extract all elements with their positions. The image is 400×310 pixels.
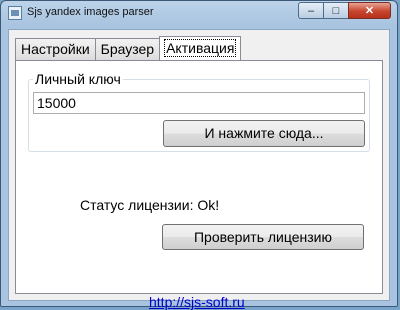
license-status-text: Статус лицензии: Ok! <box>80 197 220 213</box>
minimize-button[interactable]: – <box>298 2 324 19</box>
personal-key-group: Личный ключ И нажмите сюда... <box>28 71 370 152</box>
app-icon <box>8 6 22 20</box>
maximize-button[interactable]: □ <box>323 2 349 19</box>
tab-strip: Настройки Браузер Активация <box>15 36 242 60</box>
activation-panel: Личный ключ И нажмите сюда... Статус лиц… <box>15 60 383 310</box>
app-window: Sjs yandex images parser – □ ✕ Настройки… <box>0 0 398 310</box>
license-key-input[interactable] <box>33 92 365 114</box>
client-area: Настройки Браузер Активация Личный ключ … <box>8 29 390 310</box>
press-here-button[interactable]: И нажмите сюда... <box>163 120 365 147</box>
title-bar[interactable]: Sjs yandex images parser – □ ✕ <box>1 1 397 25</box>
window-title: Sjs yandex images parser <box>27 6 154 18</box>
check-license-button[interactable]: Проверить лицензию <box>162 224 364 250</box>
website-link[interactable]: http://sjs-soft.ru <box>149 294 245 310</box>
tab-activation[interactable]: Активация <box>159 36 242 60</box>
tab-settings[interactable]: Настройки <box>15 38 96 60</box>
tab-browser[interactable]: Браузер <box>94 38 161 60</box>
close-button[interactable]: ✕ <box>348 2 391 19</box>
caption-buttons: – □ ✕ <box>298 2 391 20</box>
personal-key-label: Личный ключ <box>33 71 123 87</box>
